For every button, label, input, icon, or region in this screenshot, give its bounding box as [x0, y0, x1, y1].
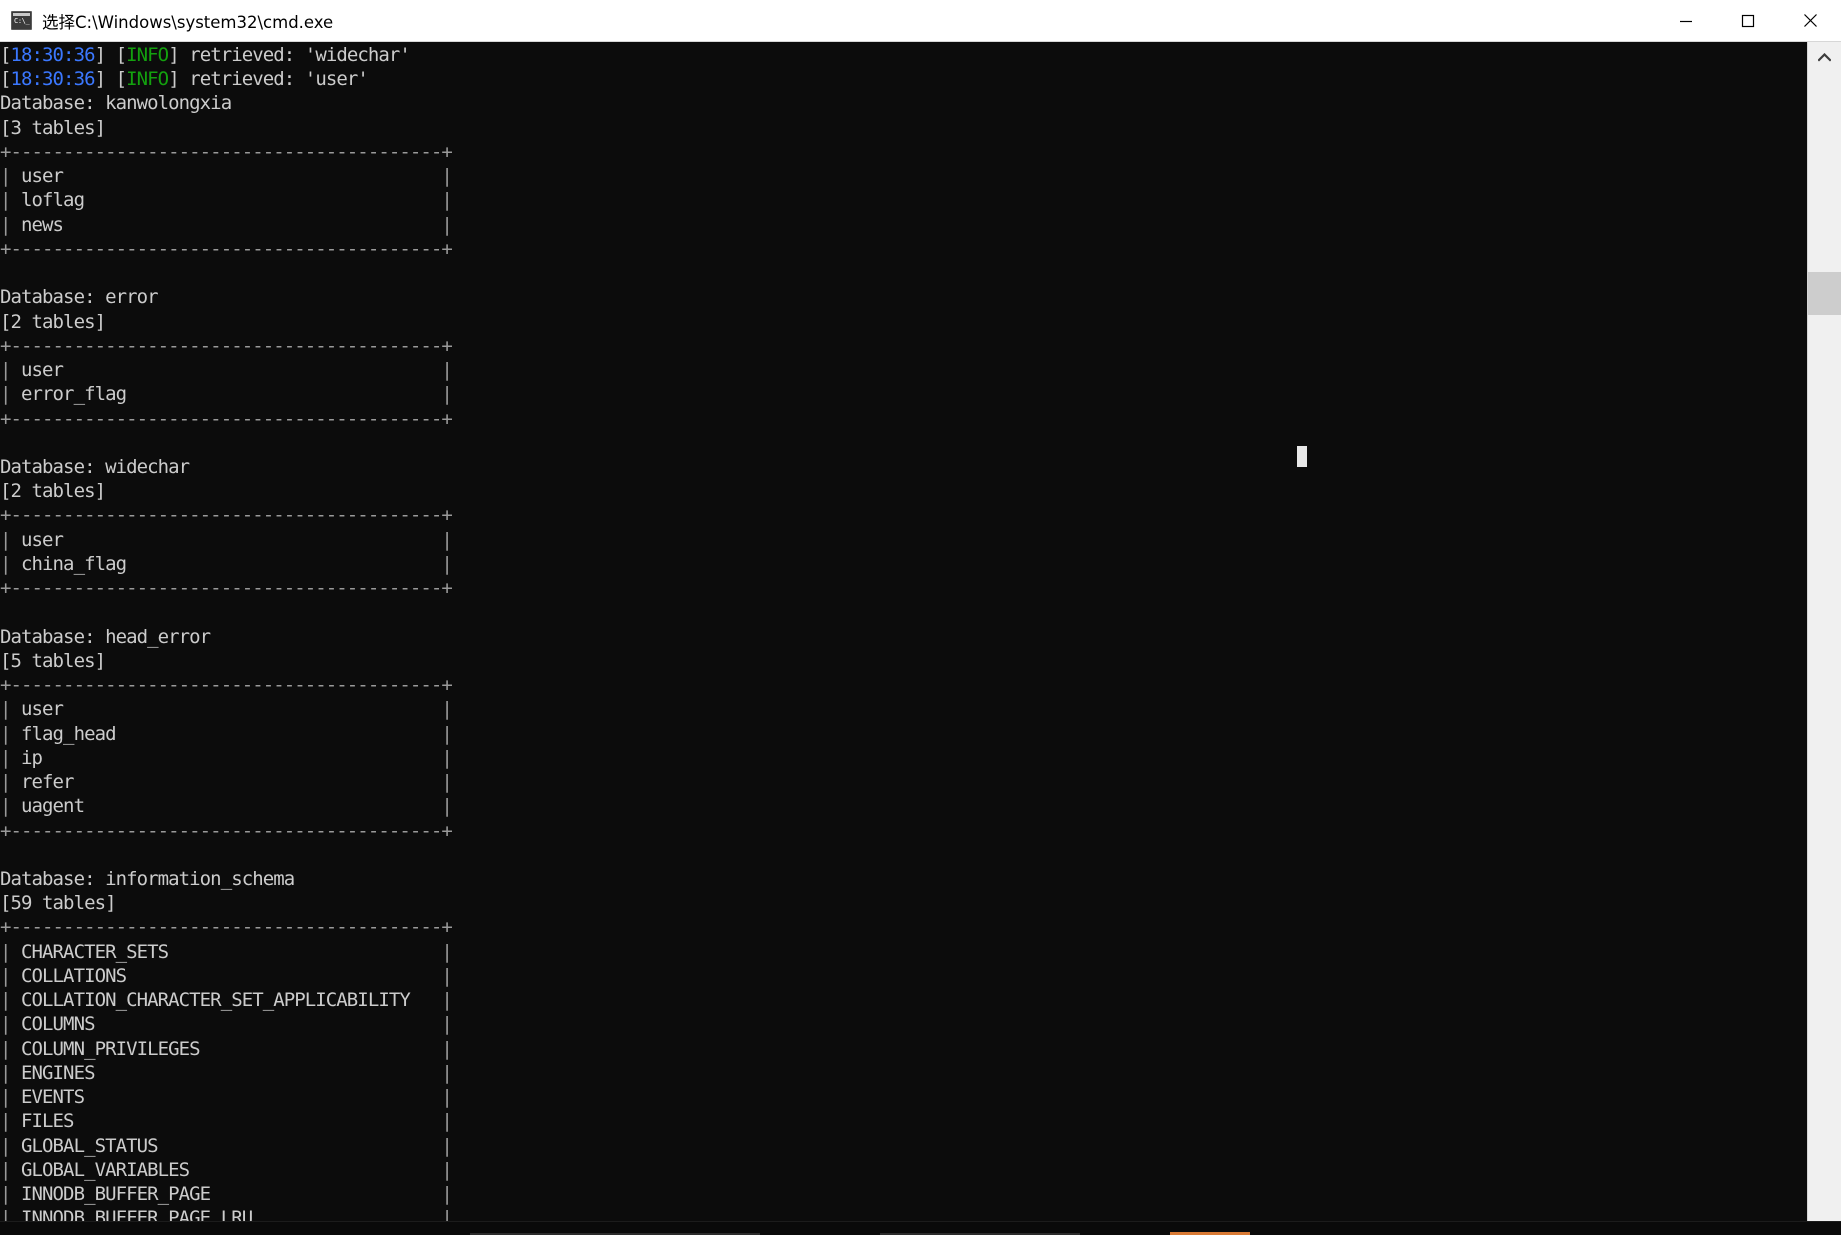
minimize-button[interactable] [1655, 0, 1717, 41]
console-output-area[interactable]: [18:30:36] [INFO] retrieved: 'widechar' … [0, 42, 1807, 1222]
scrollbar-thumb[interactable] [1808, 272, 1841, 315]
window-controls [1655, 0, 1841, 41]
console-body: [18:30:36] [INFO] retrieved: 'widechar' … [0, 42, 1841, 1222]
cmd-window: 选择C:\Windows\system32\cmd.exe [18:30:36]… [0, 0, 1841, 1222]
title-bar[interactable]: 选择C:\Windows\system32\cmd.exe [0, 0, 1841, 42]
cmd-console-icon [11, 11, 32, 30]
console-text: [18:30:36] [INFO] retrieved: 'widechar' … [0, 44, 453, 1222]
close-button[interactable] [1779, 0, 1841, 41]
text-caret [1297, 446, 1307, 467]
taskbar-sliver[interactable] [0, 1221, 1841, 1235]
title-bar-left: 选择C:\Windows\system32\cmd.exe [0, 0, 333, 41]
scroll-up-arrow-icon[interactable] [1808, 42, 1841, 72]
maximize-button[interactable] [1717, 0, 1779, 41]
window-title: 选择C:\Windows\system32\cmd.exe [42, 12, 334, 32]
scrollbar-track[interactable] [1808, 72, 1841, 1222]
vertical-scrollbar[interactable] [1807, 42, 1841, 1222]
